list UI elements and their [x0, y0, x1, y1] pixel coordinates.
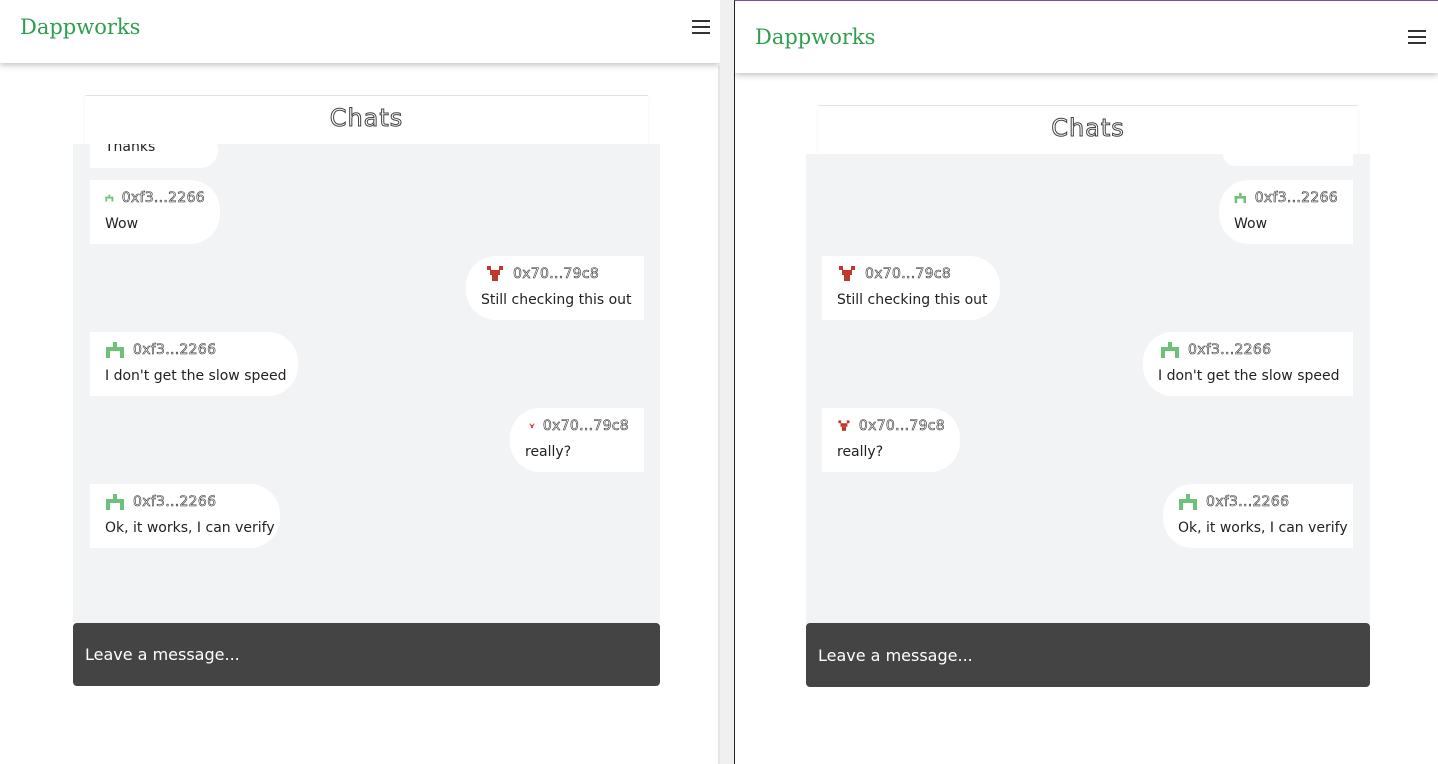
- sender-address: 0xf3...2266: [1254, 190, 1338, 207]
- sender-address: 0x70...79c8: [865, 266, 952, 283]
- green-robot-icon: [1234, 192, 1247, 204]
- message-bubble: 0xf3...2266 Ok, it works, I can verify: [90, 484, 280, 548]
- sender-address: 0xf3...2266: [133, 342, 217, 359]
- sender-address: 0x70...79c8: [542, 418, 629, 435]
- message-input[interactable]: [73, 623, 660, 686]
- red-robot-icon: [487, 266, 503, 281]
- chat-panel: Chats Thanks 0xf3...2266 Wow 0x70...79c8…: [73, 95, 660, 623]
- sender-address: 0x70...79c8: [858, 418, 945, 435]
- chat-header: Chats: [818, 105, 1358, 154]
- message-text: Ok, it works, I can verify: [105, 520, 275, 536]
- chat-title: Chats: [329, 104, 404, 133]
- green-robot-icon: [1161, 342, 1179, 358]
- sender-address: 0xf3...2266: [121, 190, 205, 207]
- navbar: Dappworks: [0, 0, 720, 63]
- message-text: Ok, it works, I can verify: [1178, 520, 1348, 536]
- message-bubble: 0x70...79c8 Still checking this out: [822, 256, 1000, 320]
- message-text: Wow: [1234, 216, 1268, 232]
- sender-address: 0xf3...2266: [1188, 342, 1272, 359]
- chat-title: Chats: [1051, 114, 1125, 143]
- hamburger-menu-icon[interactable]: [1408, 30, 1426, 44]
- message-bubble: 0x70...79c8 Still checking this out: [466, 256, 644, 320]
- chat-header: Chats: [85, 95, 648, 144]
- message-input[interactable]: [806, 623, 1370, 687]
- brand-logo[interactable]: Dappworks: [20, 15, 140, 39]
- sender-address: 0x70...79c8: [513, 266, 600, 283]
- message-bubble: 0x70...79c8 really?: [822, 408, 960, 472]
- message-bubble: 0xf3...2266 I don't get the slow speed: [90, 332, 298, 396]
- message-list[interactable]: Thanks 0xf3...2266 Wow 0x70...79c8 Still…: [73, 144, 660, 623]
- sender-address: 0xf3...2266: [133, 494, 217, 511]
- sender-address: 0xf3...2266: [1206, 494, 1290, 511]
- chat-panel: Chats 0xf3...2266 Wow 0x70...79c8 Still …: [806, 105, 1370, 624]
- right-browser-window: Dappworks Chats 0xf3...2266 Wow 0x70...7…: [734, 0, 1438, 764]
- message-text: really?: [525, 444, 572, 460]
- brand-logo[interactable]: Dappworks: [755, 25, 875, 49]
- message-bubble: [1223, 154, 1353, 166]
- message-text: I don't get the slow speed: [1158, 368, 1340, 384]
- message-text: Still checking this out: [837, 292, 988, 308]
- message-bubble: 0xf3...2266 Wow: [90, 180, 220, 244]
- green-robot-icon: [105, 194, 114, 202]
- message-bubble: Thanks: [90, 144, 218, 168]
- message-text: Wow: [105, 216, 139, 232]
- hamburger-menu-icon[interactable]: [692, 20, 710, 34]
- message-bubble: 0xf3...2266 I don't get the slow speed: [1143, 332, 1353, 396]
- message-list[interactable]: 0xf3...2266 Wow 0x70...79c8 Still checki…: [806, 154, 1370, 624]
- red-robot-icon: [838, 420, 850, 431]
- left-browser-window: Dappworks Chats Thanks 0xf3...2266 Wow 0…: [0, 0, 720, 764]
- red-robot-icon: [839, 266, 855, 281]
- window-divider: [720, 0, 734, 764]
- message-text: Still checking this out: [481, 292, 632, 308]
- message-bubble: 0x70...79c8 really?: [510, 408, 644, 472]
- message-text: Thanks: [105, 144, 156, 155]
- message-bubble: 0xf3...2266 Ok, it works, I can verify: [1163, 484, 1353, 548]
- red-robot-icon: [529, 423, 535, 429]
- message-text: I don't get the slow speed: [105, 368, 287, 384]
- green-robot-icon: [106, 494, 124, 510]
- message-text: really?: [837, 444, 884, 460]
- green-robot-icon: [106, 342, 124, 358]
- message-bubble: 0xf3...2266 Wow: [1219, 180, 1353, 244]
- navbar: Dappworks: [735, 1, 1438, 73]
- green-robot-icon: [1179, 494, 1197, 510]
